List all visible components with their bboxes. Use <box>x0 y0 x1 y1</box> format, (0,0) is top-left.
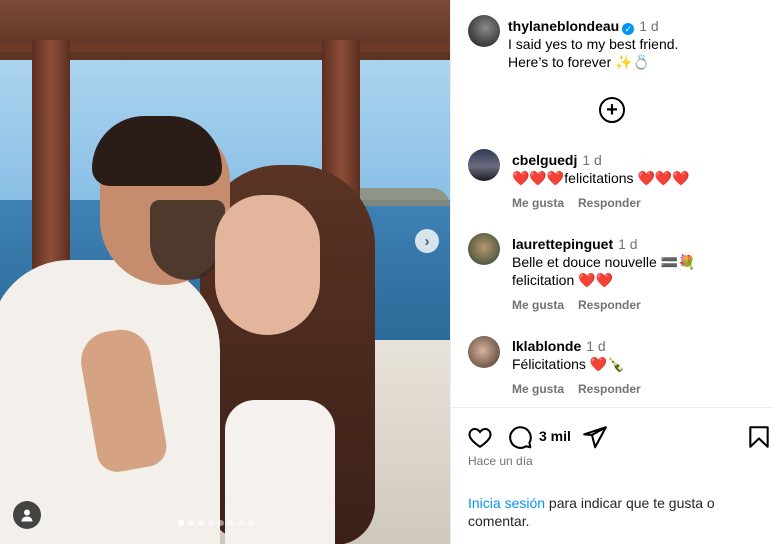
commenter-avatar[interactable] <box>468 149 500 181</box>
carousel-dot <box>248 520 254 526</box>
post-caption: thylaneblondeau ✓ 1 d I said yes to my bes… <box>508 17 758 71</box>
commenter-avatar[interactable] <box>468 336 500 368</box>
comment-text: Félicitations ❤️🍾 <box>512 356 625 372</box>
login-prompt: Inicia sesión para indicar que te gusta … <box>468 494 748 530</box>
caption-line-1: I said yes to my best friend. <box>508 36 679 52</box>
tagged-users-button[interactable] <box>13 501 41 529</box>
share-send-icon[interactable] <box>582 424 608 450</box>
save-bookmark-icon[interactable] <box>746 424 772 450</box>
author-avatar[interactable] <box>468 15 500 47</box>
login-link[interactable]: Inicia sesión <box>468 495 545 511</box>
load-more-comments-button[interactable]: + <box>599 97 625 123</box>
verified-badge-icon: ✓ <box>622 23 635 35</box>
comment-text-line-2: felicitation ❤️❤️ <box>512 272 614 288</box>
comment-bubble-icon[interactable] <box>507 424 533 450</box>
comment-text: Belle et douce nouvelle 🟰💐 <box>512 254 696 270</box>
comment-item: laurettepinguet 1 d Belle et douce nouvel… <box>512 235 762 313</box>
carousel-next-button[interactable]: › <box>415 229 439 253</box>
carousel-dot <box>228 520 234 526</box>
chevron-right-icon: › <box>424 232 430 250</box>
carousel-dot <box>178 520 184 526</box>
post-action-bar: 3 mil <box>451 420 773 454</box>
carousel-dot <box>238 520 244 526</box>
post-date[interactable]: Hace un día <box>468 454 533 468</box>
comment-username[interactable]: lklablonde <box>512 338 581 354</box>
comment-username[interactable]: laurettepinguet <box>512 236 613 252</box>
post-photo[interactable]: › <box>0 0 450 544</box>
comment-time[interactable]: 1 d <box>618 236 637 252</box>
comment-item: lklablonde 1 d Félicitations ❤️🍾 Me gusta… <box>512 337 762 397</box>
comment-reply-button[interactable]: Responder <box>578 196 641 210</box>
comments-scroll-area[interactable]: thylaneblondeau ✓ 1 d I said yes to my bes… <box>451 0 773 408</box>
carousel-dot <box>188 520 194 526</box>
carousel-dot <box>218 520 224 526</box>
comment-like-button[interactable]: Me gusta <box>512 382 564 396</box>
commenter-avatar[interactable] <box>468 233 500 265</box>
photo-woman-face <box>215 195 320 335</box>
comment-username[interactable]: cbelguedj <box>512 152 577 168</box>
photo-man-hair <box>92 116 222 186</box>
photo-man-beard <box>150 200 225 280</box>
like-heart-icon[interactable] <box>467 424 493 450</box>
comment-text: ❤️❤️❤️felicitations ❤️❤️❤️ <box>512 170 690 186</box>
author-username[interactable]: thylaneblondeau <box>508 18 619 34</box>
comment-time[interactable]: 1 d <box>582 152 601 168</box>
comment-time[interactable]: 1 d <box>586 338 605 354</box>
comment-count[interactable]: 3 mil <box>539 428 571 444</box>
comment-item: cbelguedj 1 d ❤️❤️❤️felicitations ❤️❤️❤️ … <box>512 151 762 211</box>
plus-icon: + <box>606 99 618 121</box>
comment-reply-button[interactable]: Responder <box>578 382 641 396</box>
post-side-panel: thylaneblondeau ✓ 1 d I said yes to my bes… <box>450 0 773 544</box>
post-time[interactable]: 1 d <box>639 18 658 34</box>
comment-reply-button[interactable]: Responder <box>578 298 641 312</box>
user-icon <box>21 509 33 522</box>
caption-line-2: Here’s to forever ✨💍 <box>508 54 650 70</box>
comment-like-button[interactable]: Me gusta <box>512 196 564 210</box>
carousel-dot <box>198 520 204 526</box>
comment-like-button[interactable]: Me gusta <box>512 298 564 312</box>
carousel-dot <box>208 520 214 526</box>
carousel-indicator <box>178 520 254 526</box>
